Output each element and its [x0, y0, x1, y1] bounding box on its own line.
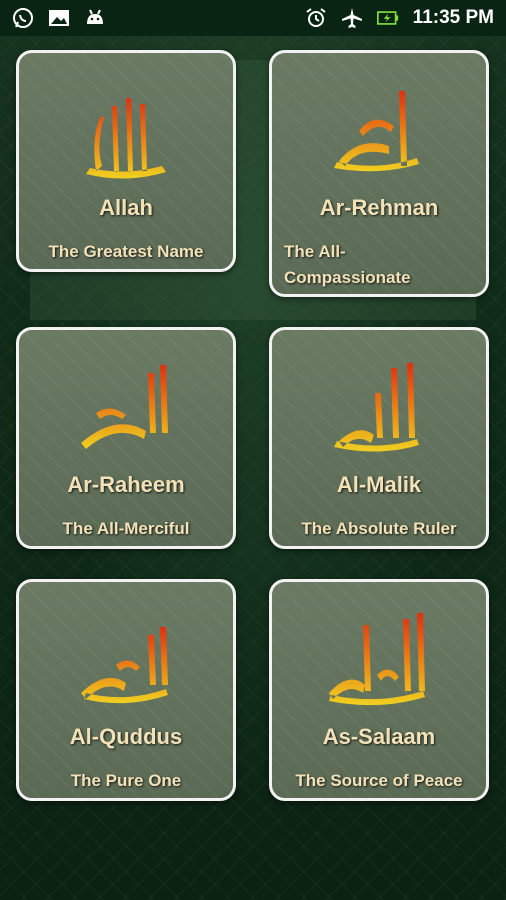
card-meaning: The Greatest Name: [48, 242, 204, 261]
name-card-allah[interactable]: Allah The Greatest Name: [16, 50, 236, 272]
card-meaning: The Pure One: [70, 771, 182, 790]
arabic-calligraphy-icon: [19, 348, 233, 468]
card-meaning: The All-Merciful: [62, 519, 190, 538]
card-name: As-Salaam: [322, 724, 436, 749]
arabic-calligraphy-icon: [272, 71, 486, 191]
status-time: 11:35 PM: [412, 7, 494, 28]
card-name: Al-Malik: [336, 472, 422, 497]
name-card-ar-raheem[interactable]: Ar-Raheem The All-Merciful: [16, 327, 236, 549]
android-icon: [84, 7, 106, 29]
airplane-icon: [341, 7, 363, 29]
image-icon: [48, 7, 70, 29]
name-card-ar-rehman[interactable]: Ar-Rehman The All-Compassionate: [269, 50, 489, 297]
whatsapp-icon: [12, 7, 34, 29]
arabic-calligraphy-icon: [272, 348, 486, 468]
arabic-calligraphy-icon: [19, 600, 233, 720]
card-meaning: The Absolute Ruler: [301, 519, 457, 538]
name-card-as-salaam[interactable]: As-Salaam The Source of Peace: [269, 579, 489, 801]
arabic-calligraphy-icon: [19, 71, 233, 191]
card-name: Ar-Raheem: [67, 472, 185, 497]
card-meaning: The Source of Peace: [295, 771, 463, 790]
name-card-al-malik[interactable]: Al-Malik The Absolute Ruler: [269, 327, 489, 549]
arabic-calligraphy-icon: [272, 600, 486, 720]
card-name: Ar-Rehman: [319, 195, 439, 220]
status-bar: 11:35 PM: [0, 0, 506, 36]
card-meaning: The All-Compassionate: [284, 242, 411, 287]
card-name: Allah: [99, 195, 153, 220]
alarm-icon: [305, 7, 327, 29]
battery-icon: [376, 7, 399, 29]
card-name: Al-Quddus: [69, 724, 183, 749]
name-card-al-quddus[interactable]: Al-Quddus The Pure One: [16, 579, 236, 801]
